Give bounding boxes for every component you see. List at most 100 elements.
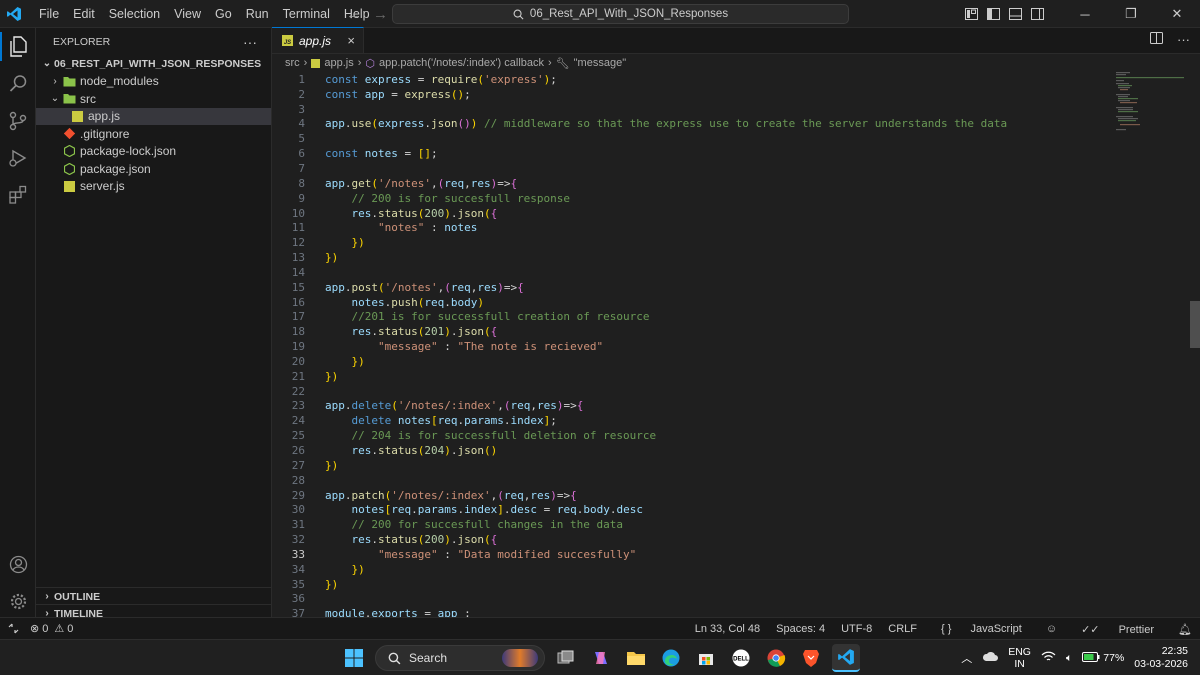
- code-line[interactable]: 13}): [272, 250, 1200, 265]
- code-line[interactable]: 23 app.delete('/notes/:index',(req,res)=>…: [272, 399, 1200, 414]
- code-line[interactable]: 24 delete notes[req.params.index];: [272, 413, 1200, 428]
- toggle-panel-icon[interactable]: [1004, 0, 1026, 28]
- code-line[interactable]: 29 app.patch('/notes/:index',(req,res)=>{: [272, 488, 1200, 503]
- breadcrumb-file[interactable]: app.js: [324, 57, 353, 69]
- tree-item-src[interactable]: ⌄ src: [36, 90, 271, 108]
- minimize-button[interactable]: ─: [1062, 0, 1108, 28]
- taskbar-search[interactable]: Search: [375, 645, 545, 671]
- tree-item-server-js[interactable]: server.js: [36, 178, 271, 196]
- outline-section[interactable]: › OUTLINE: [36, 587, 272, 605]
- tree-item-package-json[interactable]: package.json: [36, 160, 271, 178]
- show-hidden-icons-chevron-up-icon[interactable]: ︿: [961, 650, 972, 666]
- menu-terminal[interactable]: Terminal: [276, 0, 337, 28]
- code-line[interactable]: 35}): [272, 577, 1200, 592]
- battery-indicator[interactable]: 77%: [1082, 651, 1124, 665]
- clock[interactable]: 22:35 03-03-2026: [1134, 645, 1188, 671]
- code-line[interactable]: 11 "notes" : notes: [272, 220, 1200, 235]
- customize-layout-icon[interactable]: [960, 0, 982, 28]
- restore-button[interactable]: ❐: [1108, 0, 1154, 28]
- explorer-icon[interactable]: [0, 28, 36, 65]
- menu-edit[interactable]: Edit: [66, 0, 102, 28]
- accounts-icon[interactable]: [0, 546, 36, 583]
- extensions-icon[interactable]: [0, 176, 36, 213]
- menu-go[interactable]: Go: [208, 0, 239, 28]
- end-of-line[interactable]: CRLF: [880, 623, 925, 635]
- code-line[interactable]: 2 const app = express();: [272, 87, 1200, 102]
- code-line[interactable]: 36: [272, 592, 1200, 607]
- tree-item-node-modules[interactable]: › node_modules: [36, 73, 271, 91]
- task-view-icon[interactable]: [552, 644, 580, 672]
- code-line[interactable]: 6 const notes = [];: [272, 146, 1200, 161]
- code-line[interactable]: 10 res.status(200).json({: [272, 206, 1200, 221]
- code-line[interactable]: 7: [272, 161, 1200, 176]
- code-line[interactable]: 25 // 204 is for successfull deletion of…: [272, 428, 1200, 443]
- menu-run[interactable]: Run: [239, 0, 276, 28]
- windows-start-icon[interactable]: [340, 644, 368, 672]
- manage-gear-icon[interactable]: [0, 583, 36, 620]
- code-line[interactable]: 28: [272, 473, 1200, 488]
- volume-icon[interactable]: 🔈︎: [1066, 652, 1072, 665]
- toggle-secondary-sidebar-icon[interactable]: [1026, 0, 1048, 28]
- microsoft-store-icon[interactable]: [692, 644, 720, 672]
- forward-arrow-icon[interactable]: →: [373, 6, 388, 23]
- code-line[interactable]: 9 // 200 is for succesfull response: [272, 191, 1200, 206]
- workspace-root[interactable]: ⌄ 06_REST_API_WITH_JSON_RESPONSES: [36, 55, 271, 73]
- code-line[interactable]: 34 }): [272, 562, 1200, 577]
- code-line[interactable]: 12 }): [272, 235, 1200, 250]
- notifications-bell-icon[interactable]: 🔔︎: [1170, 623, 1200, 636]
- code-line[interactable]: 3: [272, 102, 1200, 117]
- more-editor-actions-icon[interactable]: ···: [1177, 32, 1190, 47]
- breadcrumb-symbol[interactable]: "message": [574, 57, 626, 69]
- tree-item-gitignore[interactable]: .gitignore: [36, 125, 271, 143]
- menu-view[interactable]: View: [167, 0, 208, 28]
- code-line[interactable]: 5: [272, 131, 1200, 146]
- tree-item-package-lock-json[interactable]: package-lock.json: [36, 143, 271, 161]
- code-line[interactable]: 33 "message" : "Data modified succesfull…: [272, 547, 1200, 562]
- minimap[interactable]: [1116, 72, 1186, 132]
- vscode-taskbar-icon[interactable]: [832, 644, 860, 672]
- tab-app-js[interactable]: JS app.js ×: [272, 27, 364, 53]
- code-line[interactable]: 8 app.get('/notes',(req,res)=>{: [272, 176, 1200, 191]
- back-arrow-icon[interactable]: ←: [346, 6, 361, 23]
- close-tab-icon[interactable]: ×: [347, 33, 355, 48]
- onedrive-cloud-icon[interactable]: [982, 651, 999, 665]
- editor-scrollbar[interactable]: [1190, 301, 1200, 348]
- code-line[interactable]: 16 notes.push(req.body): [272, 295, 1200, 310]
- code-line[interactable]: 30 notes[req.params.index].desc = req.bo…: [272, 502, 1200, 517]
- breadcrumb-callback[interactable]: app.patch('/notes/:index') callback: [379, 57, 544, 69]
- edge-browser-icon[interactable]: [657, 644, 685, 672]
- wifi-icon[interactable]: [1041, 651, 1056, 665]
- code-line[interactable]: 15 app.post('/notes',(req,res)=>{: [272, 280, 1200, 295]
- cursor-position[interactable]: Ln 33, Col 48: [687, 623, 768, 635]
- code-line[interactable]: 27}): [272, 458, 1200, 473]
- more-actions-icon[interactable]: ···: [243, 34, 257, 50]
- problems-indicator[interactable]: ⊗ 0 ⚠︎ 0: [26, 622, 73, 636]
- command-center[interactable]: 06_Rest_API_With_JSON_Responses: [392, 4, 849, 24]
- indentation[interactable]: Spaces: 4: [768, 623, 833, 635]
- code-line[interactable]: 26 res.status(204).json(): [272, 443, 1200, 458]
- file-explorer-icon[interactable]: [622, 644, 650, 672]
- toggle-primary-sidebar-icon[interactable]: [982, 0, 1004, 28]
- copilot-app-icon[interactable]: [587, 644, 615, 672]
- dell-app-icon[interactable]: DELL: [727, 644, 755, 672]
- code-line[interactable]: 17 //201 is for successfull creation of …: [272, 310, 1200, 325]
- breadcrumb-src[interactable]: src: [285, 57, 300, 69]
- code-editor[interactable]: 1 const express = require('express'); 2 con…: [272, 72, 1200, 621]
- source-control-icon[interactable]: [0, 102, 36, 139]
- remote-indicator-icon[interactable]: [0, 618, 26, 640]
- code-line[interactable]: 4 app.use(express.json()) // middleware s…: [272, 117, 1200, 132]
- run-debug-icon[interactable]: [0, 139, 36, 176]
- chrome-browser-icon[interactable]: [762, 644, 790, 672]
- code-line[interactable]: 1 const express = require('express');: [272, 72, 1200, 87]
- language-mode[interactable]: { } JavaScript: [925, 623, 1038, 635]
- encoding[interactable]: UTF-8: [833, 623, 880, 635]
- search-sidebar-icon[interactable]: [0, 65, 36, 102]
- code-line[interactable]: 22: [272, 384, 1200, 399]
- menu-file[interactable]: File: [32, 0, 66, 28]
- brave-browser-icon[interactable]: [797, 644, 825, 672]
- split-editor-icon[interactable]: [1150, 32, 1163, 47]
- code-line[interactable]: 31 // 200 for succesfull changes in the …: [272, 517, 1200, 532]
- code-line[interactable]: 21}): [272, 369, 1200, 384]
- code-line[interactable]: 32 res.status(200).json({: [272, 532, 1200, 547]
- close-window-button[interactable]: ✕: [1154, 0, 1200, 28]
